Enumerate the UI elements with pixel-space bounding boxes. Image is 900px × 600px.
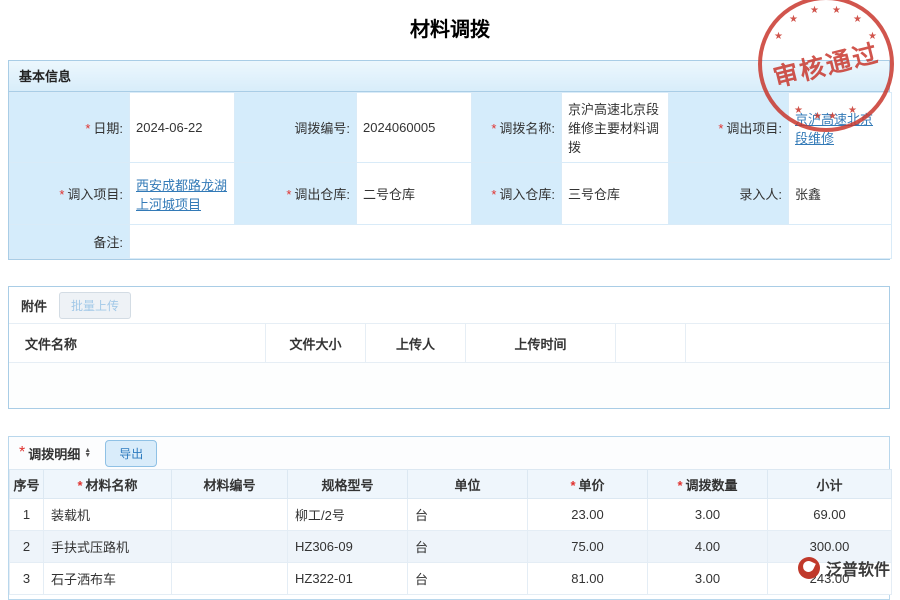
recorder-value: 张鑫 xyxy=(789,163,892,225)
cell-unit: 台 xyxy=(408,531,528,563)
cell-model: HZ306-09 xyxy=(288,531,408,563)
cell-model: HZ322-01 xyxy=(288,563,408,595)
col-empty xyxy=(686,324,889,362)
col-seq: 序号 xyxy=(10,470,44,499)
in-project-link[interactable]: 西安成都路龙湖上河城项目 xyxy=(136,178,227,212)
cell-material-code xyxy=(172,531,288,563)
batch-upload-button[interactable]: 批量上传 xyxy=(59,292,131,319)
cell-qty: 3.00 xyxy=(648,499,768,531)
col-material-code: 材料编号 xyxy=(172,470,288,499)
cell-material-name: 手扶式压路机 xyxy=(44,531,172,563)
required-mark: * xyxy=(491,187,496,202)
basic-info-panel: 基本信息 *日期: 2024-06-22 调拨编号: 2024060005 *调… xyxy=(8,60,890,260)
table-row: 2 手扶式压路机 HZ306-09 台 75.00 4.00 300.00 xyxy=(10,531,892,563)
material-transfer-page: 材料调拨 ★ ★ ★ ★ ★ ★ ★ ★ ★ ★ 审核通过 基本信息 *日期: … xyxy=(0,0,900,600)
col-subtotal: 小计 xyxy=(768,470,892,499)
attachments-title: 附件 xyxy=(21,296,47,315)
cell-qty: 4.00 xyxy=(648,531,768,563)
col-price: *单价 xyxy=(528,470,648,499)
remark-value xyxy=(130,225,892,259)
cell-unit: 台 xyxy=(408,563,528,595)
cell-price: 81.00 xyxy=(528,563,648,595)
out-warehouse-value: 二号仓库 xyxy=(357,163,472,225)
required-mark: * xyxy=(718,121,723,136)
date-value: 2024-06-22 xyxy=(130,93,235,163)
out-project-label: *调出项目: xyxy=(669,93,789,163)
details-title: 调拨明细 xyxy=(28,444,80,463)
col-material-name: *材料名称 xyxy=(44,470,172,499)
attachments-empty-body xyxy=(9,363,889,408)
col-uploader: 上传人 xyxy=(366,324,466,362)
col-model: 规格型号 xyxy=(288,470,408,499)
cell-subtotal: 69.00 xyxy=(768,499,892,531)
recorder-label: 录入人: xyxy=(669,163,789,225)
transfer-name-value: 京沪高速北京段维修主要材料调拨 xyxy=(562,93,669,163)
cell-price: 23.00 xyxy=(528,499,648,531)
cell-qty: 3.00 xyxy=(648,563,768,595)
details-panel: * 调拨明细 ▲▼ 导出 序号 *材料名称 材料编号 规格型号 单位 *单价 *… xyxy=(8,436,890,600)
col-upload-time: 上传时间 xyxy=(466,324,616,362)
remark-label: 备注: xyxy=(10,225,130,259)
vendor-logo-icon xyxy=(798,557,820,579)
col-file-name: 文件名称 xyxy=(9,324,266,362)
cell-seq: 1 xyxy=(10,499,44,531)
col-unit: 单位 xyxy=(408,470,528,499)
col-empty xyxy=(616,324,686,362)
cell-seq: 3 xyxy=(10,563,44,595)
cell-material-code xyxy=(172,499,288,531)
cell-unit: 台 xyxy=(408,499,528,531)
sort-icon[interactable]: ▲▼ xyxy=(84,448,91,458)
attachments-panel: 附件 批量上传 文件名称 文件大小 上传人 上传时间 xyxy=(8,286,890,409)
page-title: 材料调拨 xyxy=(0,0,900,42)
cell-material-name: 装载机 xyxy=(44,499,172,531)
out-project-value: 京沪高速北京段维修 xyxy=(789,93,892,163)
basic-info-header: 基本信息 xyxy=(9,61,889,92)
required-mark: * xyxy=(59,187,64,202)
in-warehouse-value: 三号仓库 xyxy=(562,163,669,225)
transfer-no-value: 2024060005 xyxy=(357,93,472,163)
transfer-name-label: *调拨名称: xyxy=(472,93,562,163)
required-mark: * xyxy=(286,187,291,202)
cell-model: 柳工/2号 xyxy=(288,499,408,531)
export-button[interactable]: 导出 xyxy=(105,440,157,467)
in-project-label: *调入项目: xyxy=(10,163,130,225)
cell-material-name: 石子洒布车 xyxy=(44,563,172,595)
cell-seq: 2 xyxy=(10,531,44,563)
out-project-link[interactable]: 京沪高速北京段维修 xyxy=(795,112,873,146)
required-mark: * xyxy=(19,444,25,462)
attachments-toolbar: 附件 批量上传 xyxy=(9,287,889,323)
in-project-value: 西安成都路龙湖上河城项目 xyxy=(130,163,235,225)
in-warehouse-label: *调入仓库: xyxy=(472,163,562,225)
transfer-no-label: 调拨编号: xyxy=(235,93,357,163)
attachments-table-header: 文件名称 文件大小 上传人 上传时间 xyxy=(9,323,889,363)
cell-price: 75.00 xyxy=(528,531,648,563)
details-header-row: 序号 *材料名称 材料编号 规格型号 单位 *单价 *调拨数量 小计 xyxy=(10,470,892,499)
out-warehouse-label: *调出仓库: xyxy=(235,163,357,225)
cell-material-code xyxy=(172,563,288,595)
col-qty: *调拨数量 xyxy=(648,470,768,499)
vendor-name: 泛普软件 xyxy=(826,556,890,580)
required-mark: * xyxy=(85,121,90,136)
vendor-watermark: 泛普软件 xyxy=(798,556,890,580)
col-file-size: 文件大小 xyxy=(266,324,366,362)
details-toolbar: * 调拨明细 ▲▼ 导出 xyxy=(9,437,889,469)
details-table: 序号 *材料名称 材料编号 规格型号 单位 *单价 *调拨数量 小计 1 装载机… xyxy=(9,469,892,595)
required-mark: * xyxy=(491,121,496,136)
basic-info-table: *日期: 2024-06-22 调拨编号: 2024060005 *调拨名称: … xyxy=(9,92,892,259)
table-row: 1 装载机 柳工/2号 台 23.00 3.00 69.00 xyxy=(10,499,892,531)
table-row: 3 石子洒布车 HZ322-01 台 81.00 3.00 243.00 xyxy=(10,563,892,595)
date-label: *日期: xyxy=(10,93,130,163)
